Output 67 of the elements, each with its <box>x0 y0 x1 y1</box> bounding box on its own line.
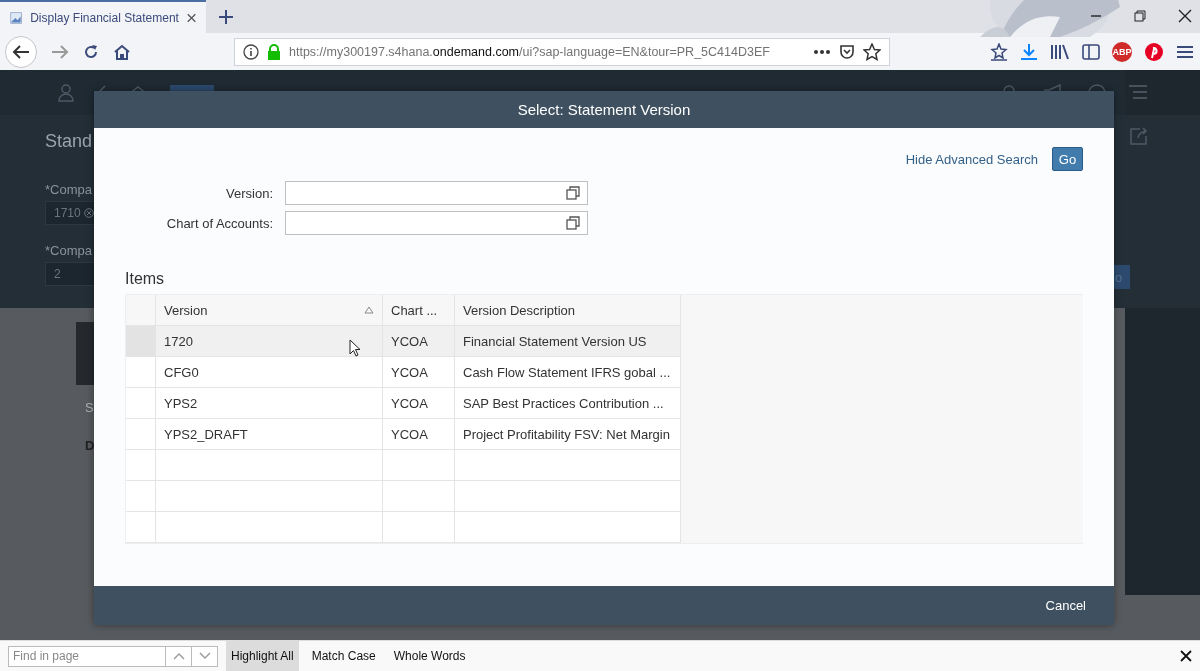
column-header[interactable]: Version Description <box>455 295 681 326</box>
field-label: Chart of Accounts: <box>165 215 273 231</box>
find-field[interactable]: Find in page <box>8 645 166 667</box>
find-option[interactable]: Whole Words <box>388 641 471 671</box>
star-icon[interactable] <box>863 42 881 61</box>
table-cell <box>383 481 455 512</box>
table-cell: CFG0 <box>156 357 383 388</box>
menu-icon[interactable] <box>1176 43 1194 60</box>
input-field[interactable] <box>285 211 588 235</box>
back-button[interactable] <box>5 35 37 68</box>
page-title: Stand <box>45 131 93 152</box>
restore-icon[interactable] <box>1134 10 1146 22</box>
pin-icon[interactable] <box>1144 41 1164 62</box>
library-icon[interactable] <box>1050 43 1070 60</box>
table-cell: SAP Best Practices Contribution ... <box>455 388 681 419</box>
adblock-badge[interactable]: ABP <box>1112 41 1132 62</box>
table-cell: Project Profitability FSV: Net Margin <box>455 419 681 450</box>
row-label: D <box>85 438 95 453</box>
sidebar-icon[interactable] <box>1082 43 1100 60</box>
input-field[interactable] <box>285 181 588 205</box>
lock-icon <box>267 43 281 60</box>
close-icon[interactable] <box>1178 9 1192 23</box>
column-header[interactable]: Version <box>156 295 383 326</box>
table-cell <box>383 450 455 481</box>
chevron-up-icon <box>172 652 185 660</box>
clear-icon[interactable] <box>83 208 94 218</box>
find-option[interactable]: Highlight All <box>226 641 299 671</box>
cancel-button[interactable]: Cancel <box>1043 598 1088 613</box>
column-header[interactable]: Chart ... <box>383 295 455 326</box>
find-option[interactable]: Match Case <box>306 641 381 671</box>
plus-icon[interactable] <box>218 8 234 25</box>
address-bar[interactable]: https://my300197.s4hana.ondemand.com/ui?sap-language=EN&tour=PR_5C414D3EF <box>234 37 890 66</box>
browser-tab[interactable]: Display Financial Statement <box>0 0 206 33</box>
url-text: https://my300197.s4hana.ondemand.com/ui?sap-language=EN&tour=PR_5C414D3EF <box>289 44 771 59</box>
go-button[interactable]: Go <box>1052 147 1083 171</box>
download-icon[interactable] <box>1020 42 1038 61</box>
forward-icon[interactable] <box>51 43 69 60</box>
dialog-title: Select: Statement Version <box>94 91 1114 128</box>
table-cell: YPS2_DRAFT <box>156 419 383 450</box>
section-title: Items <box>125 270 166 288</box>
more-icon[interactable] <box>813 48 831 55</box>
table-cell: YCOA <box>383 326 455 357</box>
page-icon <box>10 9 23 26</box>
field-label: Version: <box>225 185 273 201</box>
home-icon[interactable] <box>113 43 131 60</box>
info-icon[interactable] <box>243 43 259 60</box>
hide-advanced-search-link[interactable]: Hide Advanced Search <box>905 151 1038 167</box>
toolbar-block <box>76 322 94 385</box>
table-cell: YCOA <box>383 357 455 388</box>
bookmark-star-icon[interactable] <box>990 42 1008 61</box>
value-help-icon[interactable] <box>566 216 580 230</box>
pocket-icon[interactable] <box>839 43 855 60</box>
sort-icon[interactable] <box>364 306 374 314</box>
field-label: *Compa <box>45 243 92 258</box>
field-label: *Compa <box>45 182 92 197</box>
table-cell: Financial Statement Version US <box>455 326 681 357</box>
chevron-down-icon <box>198 652 211 660</box>
table-cell: YCOA <box>383 419 455 450</box>
close-icon[interactable] <box>1180 650 1192 662</box>
value-help-icon[interactable] <box>566 186 580 200</box>
table-cell: YPS2 <box>156 388 383 419</box>
reload-icon[interactable] <box>83 43 99 60</box>
table-cell: Cash Flow Statement IFRS gobal ... <box>455 357 681 388</box>
table-cell: YCOA <box>383 388 455 419</box>
back-icon <box>12 43 30 60</box>
table-cell: 1720 <box>156 326 383 357</box>
cursor-icon <box>349 339 361 357</box>
